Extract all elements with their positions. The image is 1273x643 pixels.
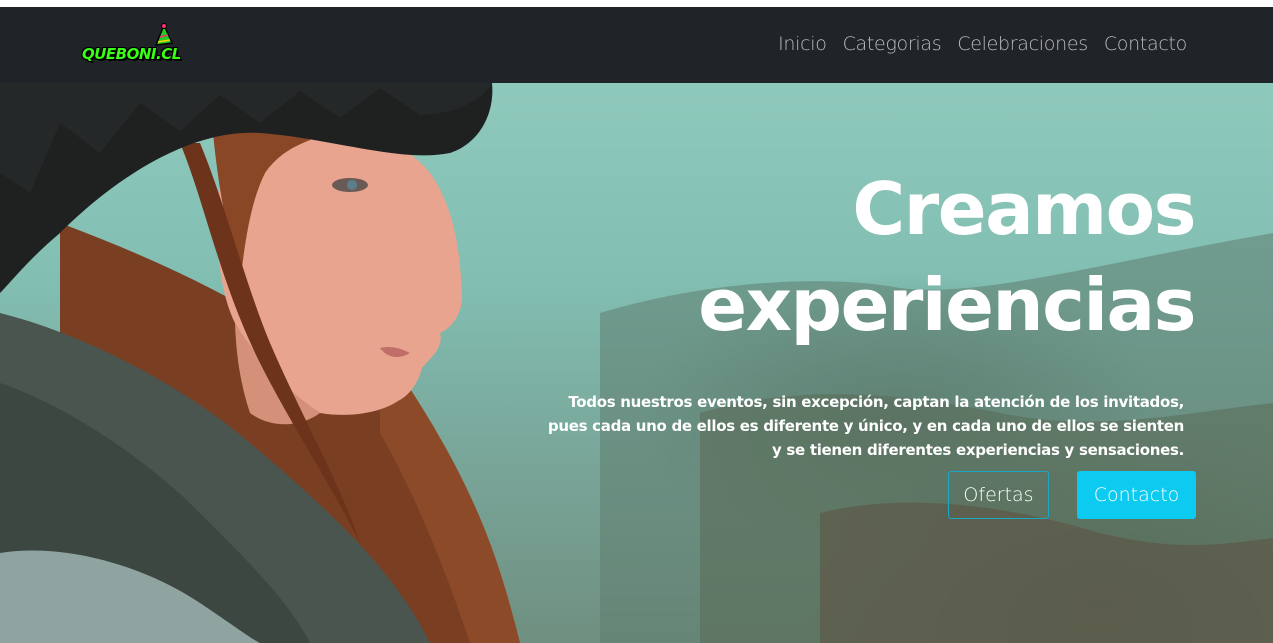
top-strip: [0, 0, 1273, 7]
nav-item-celebraciones[interactable]: Celebraciones: [957, 33, 1088, 55]
hero-title: Creamos experiencias: [698, 161, 1196, 353]
nav-links: Inicio Categorias Celebraciones Contacto: [778, 33, 1187, 55]
ofertas-button[interactable]: Ofertas: [948, 471, 1049, 519]
logo-text: QUEBONI.CL: [82, 45, 181, 63]
nav-item-contacto[interactable]: Contacto: [1104, 33, 1187, 55]
hero-title-line1: Creamos: [852, 167, 1196, 251]
hero-description: Todos nuestros eventos, sin excepción, c…: [547, 393, 1184, 459]
brand-logo[interactable]: QUEBONI.CL: [82, 23, 181, 69]
party-hat-icon: [154, 23, 174, 46]
contacto-button[interactable]: Contacto: [1077, 471, 1196, 519]
navbar: QUEBONI.CL Inicio Categorias Celebracion…: [0, 7, 1273, 83]
hero-title-line2: experiencias: [698, 263, 1196, 347]
nav-item-inicio[interactable]: Inicio: [778, 33, 827, 55]
hero-section: Creamos experiencias Todos nuestros even…: [0, 83, 1273, 643]
nav-item-categorias[interactable]: Categorias: [843, 33, 942, 55]
